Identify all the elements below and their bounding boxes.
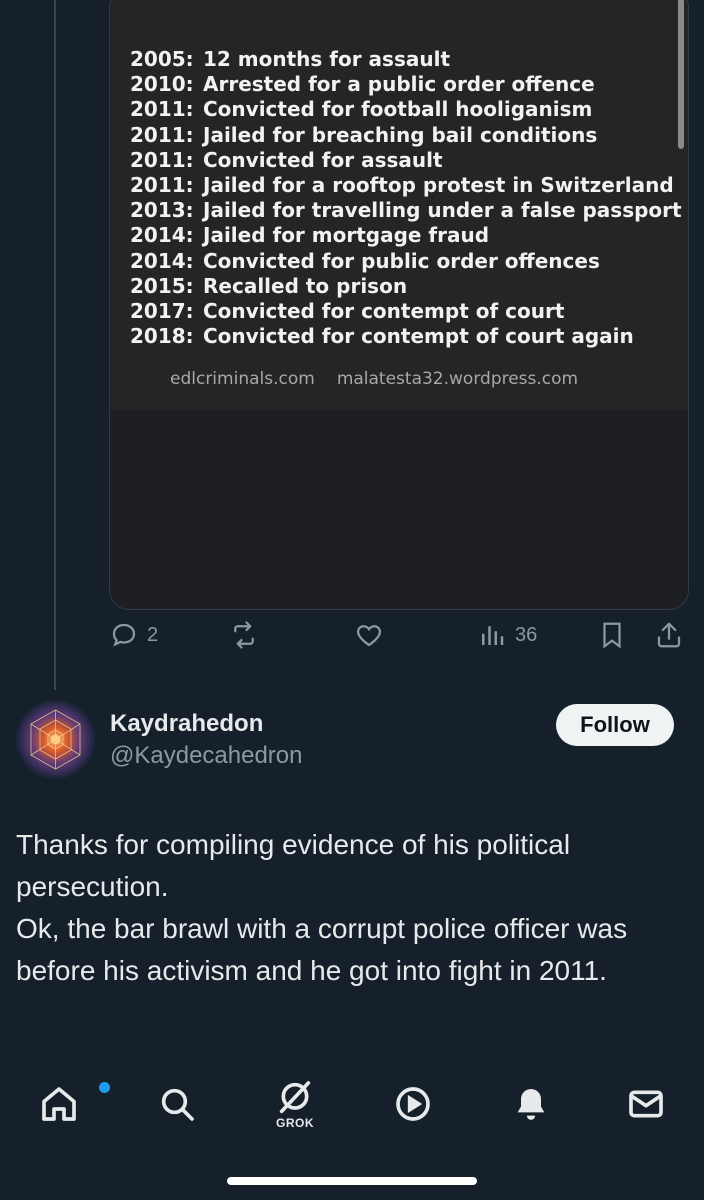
views-button[interactable]: 36 [477, 620, 537, 650]
home-indicator[interactable] [227, 1177, 477, 1185]
tweet-actions: 2 36 [109, 620, 689, 660]
criminal-record-image: 2005: 12 months for assault 2010: Arrested… [110, 0, 688, 409]
record-item: 2011: Convicted for assault [130, 147, 443, 172]
nav-video[interactable] [383, 1074, 443, 1134]
media-card[interactable]: 2005: 12 months for assault 2010: Arrested… [109, 0, 689, 610]
record-item: 2011: Jailed for breaching bail condition… [130, 122, 598, 147]
record-item: 2011: Convicted for football hooliganism [130, 97, 593, 122]
like-button[interactable] [354, 620, 384, 650]
record-item: 2013: Jailed for travelling under a false… [130, 198, 682, 223]
bookmark-button[interactable] [597, 620, 627, 650]
source-label: edlcriminals.com [170, 369, 315, 389]
nav-messages[interactable] [616, 1074, 676, 1134]
tweet-text: Thanks for compiling evidence of his pol… [16, 824, 676, 992]
record-item: 2005: 12 months for assault [130, 47, 451, 71]
image-sources: edlcriminals.com malatesta32.wordpress.co… [170, 369, 600, 389]
record-item: 2014: Jailed for mortgage fraud [130, 223, 490, 248]
reply-button[interactable]: 2 [109, 620, 158, 650]
thread-line [54, 0, 56, 690]
share-icon [657, 622, 681, 648]
author-handle[interactable]: @Kaydecahedron [110, 742, 303, 770]
home-notification-dot [99, 1082, 110, 1093]
bell-icon [517, 1089, 545, 1120]
home-icon [42, 1087, 76, 1121]
follow-button[interactable]: Follow [556, 704, 674, 746]
reply-icon [112, 623, 136, 647]
reply-count: 2 [147, 623, 159, 646]
record-item: 2014: Convicted for public order offences [130, 248, 600, 273]
grok-icon [279, 1081, 311, 1114]
retweet-button[interactable] [229, 620, 259, 650]
mail-icon [629, 1090, 663, 1118]
record-item: 2015: Recalled to prison [130, 273, 408, 298]
nav-grok[interactable]: GROK [265, 1074, 325, 1134]
play-icon [396, 1087, 430, 1121]
tweet-line: Ok, the bar brawl with a corrupt police … [16, 913, 628, 986]
nav-notifications[interactable] [501, 1074, 561, 1134]
image-scrollbar[interactable] [678, 0, 684, 149]
record-item: 2010: Arrested for a public order offence [130, 72, 595, 97]
views-icon [482, 626, 504, 645]
author-row: Kaydrahedon @Kaydecahedron Follow [16, 700, 688, 780]
retweet-icon [234, 621, 254, 649]
views-count: 36 [515, 623, 538, 646]
nav-search[interactable] [147, 1074, 207, 1134]
record-item: 2011: Jailed for a rooftop protest in Swi… [130, 173, 674, 198]
tweet-line: Thanks for compiling evidence of his pol… [16, 829, 571, 902]
grok-label: GROK [276, 1116, 314, 1130]
record-list: 2005: 12 months for assault 2010: Arrested… [130, 47, 682, 349]
search-icon [161, 1088, 194, 1121]
avatar[interactable] [16, 700, 95, 779]
bookmark-icon [603, 622, 621, 649]
record-item: 2017: Convicted for contempt of court [130, 299, 565, 324]
nav-home[interactable] [29, 1074, 110, 1134]
polyhedron-avatar-graphic [30, 709, 81, 770]
heart-icon [356, 625, 382, 647]
share-button[interactable] [654, 620, 684, 650]
record-item: 2018: Convicted for contempt of court aga… [130, 324, 634, 349]
author-name[interactable]: Kaydrahedon [110, 710, 263, 738]
source-label: malatesta32.wordpress.com [336, 369, 579, 389]
